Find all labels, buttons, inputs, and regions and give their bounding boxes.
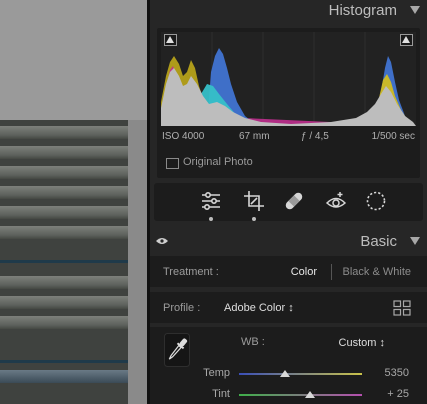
treatment-color-option[interactable]: Color	[291, 266, 317, 278]
focal-length-value: 67 mm	[239, 131, 270, 142]
masking-icon[interactable]	[364, 189, 388, 213]
original-photo-label[interactable]: Original Photo	[183, 156, 253, 168]
temp-slider-thumb[interactable]	[279, 370, 290, 377]
photo-preview[interactable]	[0, 0, 147, 404]
profile-dropdown[interactable]: Adobe Color ↕	[224, 302, 294, 314]
wb-label: WB :	[241, 336, 265, 348]
photo-sky	[0, 0, 147, 120]
crop-icon[interactable]	[242, 189, 266, 221]
healing-bandage-icon[interactable]	[282, 189, 306, 213]
wb-eyedropper-icon[interactable]	[164, 333, 190, 367]
histogram-header[interactable]: Histogram	[150, 0, 427, 22]
profile-row: Profile : Adobe Color ↕	[150, 292, 427, 323]
wb-dropdown[interactable]: Custom ↕	[339, 337, 385, 349]
aperture-value: ƒ / 4,5	[301, 131, 329, 142]
photo-edge	[128, 120, 147, 404]
develop-panel: Histogram ISO 4000 67 mm ƒ / 4,5 1/500 s…	[150, 0, 427, 404]
treatment-separator	[331, 264, 332, 280]
basic-header[interactable]: Basic	[150, 231, 427, 253]
edit-sliders-icon[interactable]	[199, 189, 223, 221]
shutter-value: 1/500 sec	[371, 131, 415, 142]
white-balance-block: WB : Custom ↕ Temp 5350 Tint + 25	[150, 327, 427, 404]
histogram-graph[interactable]	[161, 32, 416, 126]
profile-browser-grid-icon[interactable]	[393, 300, 411, 316]
tint-slider-thumb[interactable]	[305, 391, 316, 398]
iso-value: ISO 4000	[162, 131, 205, 142]
original-photo-checkbox[interactable]	[166, 158, 179, 169]
treatment-bw-option[interactable]: Black & White	[343, 266, 411, 278]
tool-strip	[154, 183, 423, 221]
temp-value[interactable]: 5350	[385, 367, 409, 379]
basic-title: Basic	[360, 233, 397, 250]
photo-building	[0, 120, 128, 404]
tint-slider-track[interactable]	[239, 394, 362, 396]
collapse-triangle-icon[interactable]	[410, 237, 420, 245]
profile-label: Profile :	[163, 302, 201, 314]
shadow-clipping-icon[interactable]	[164, 34, 177, 46]
temp-slider-track[interactable]	[239, 373, 362, 375]
temp-label: Temp	[203, 367, 230, 379]
red-eye-icon[interactable]	[324, 189, 348, 213]
tint-label: Tint	[212, 388, 230, 400]
histogram-chart	[161, 32, 416, 126]
histogram-box: ISO 4000 67 mm ƒ / 4,5 1/500 sec Origina…	[157, 28, 420, 178]
histogram-title: Histogram	[328, 2, 397, 19]
treatment-label: Treatment :	[163, 266, 219, 278]
highlight-clipping-icon[interactable]	[400, 34, 413, 46]
collapse-triangle-icon[interactable]	[410, 6, 420, 14]
treatment-row: Treatment : Color Black & White	[150, 256, 427, 287]
tint-value[interactable]: + 25	[387, 388, 409, 400]
